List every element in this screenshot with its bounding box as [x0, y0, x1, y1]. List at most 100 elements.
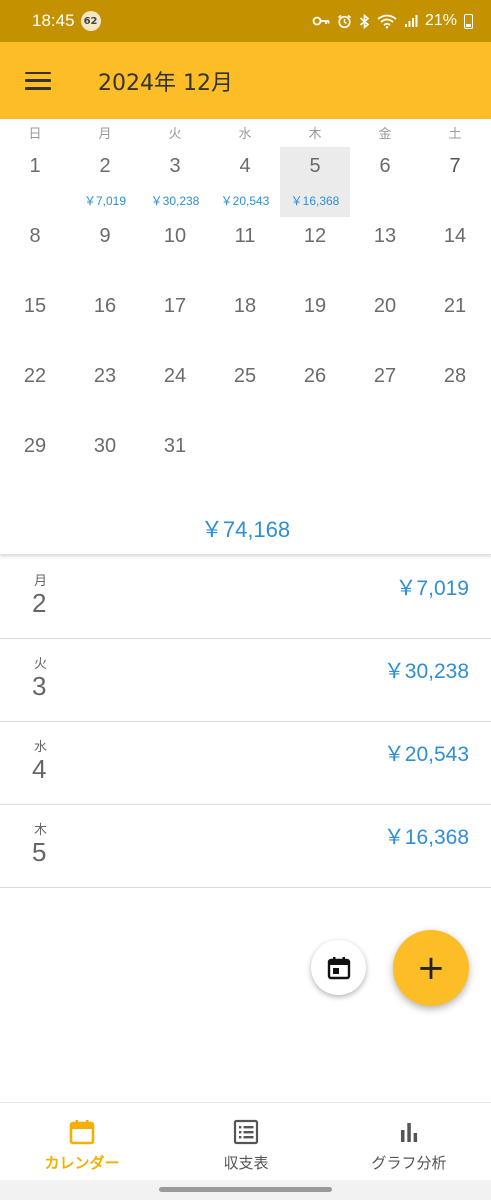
entry-row[interactable]: 木 5 ￥16,368 [0, 805, 491, 888]
entry-weekday: 水 [34, 740, 48, 755]
list-icon [231, 1117, 261, 1147]
day-number: 27 [373, 365, 397, 387]
bottom-navigation: カレンダー 収支表 グラフ分析 [0, 1102, 491, 1180]
day-number: 26 [303, 365, 327, 387]
menu-icon[interactable] [25, 71, 51, 90]
day-number: 21 [443, 295, 467, 317]
day-number: 2 [99, 155, 111, 177]
day-number: 20 [373, 295, 397, 317]
calendar-day-22[interactable]: 22 [0, 357, 70, 427]
calendar-day-26[interactable]: 26 [280, 357, 350, 427]
calendar-day-3[interactable]: 3 ￥30,238 [140, 147, 210, 217]
day-amount: ￥7,019 [83, 194, 127, 208]
calendar-day-1[interactable]: 1 [0, 147, 70, 217]
entry-amount: ￥16,368 [383, 826, 469, 849]
calendar-day-20[interactable]: 20 [350, 287, 420, 357]
calendar-day-4[interactable]: 4 ￥20,543 [210, 147, 280, 217]
calendar-day-8[interactable]: 8 [0, 217, 70, 287]
entry-row[interactable]: 月 2 ￥7,019 [0, 556, 491, 639]
alarm-icon [337, 14, 352, 29]
day-number: 8 [29, 225, 41, 247]
nav-item-2[interactable]: グラフ分析 [327, 1103, 491, 1181]
weekday-label: 火 [168, 127, 182, 142]
calendar-day-11[interactable]: 11 [210, 217, 280, 287]
month-calendar: 日月火水木金土 1 2 ￥7,019 3 ￥30,238 4 ￥20,543 5 ￥16,368… [0, 119, 491, 555]
nav-item-0[interactable]: カレンダー [0, 1103, 164, 1181]
bar-chart-icon [394, 1117, 424, 1147]
entry-amount: ￥30,238 [383, 660, 469, 683]
status-icons: 21% [312, 12, 473, 30]
nav-label: 収支表 [223, 1154, 269, 1172]
entry-day: 4 [32, 754, 47, 784]
day-number: 14 [443, 225, 467, 247]
entry-day: 5 [32, 837, 47, 867]
day-amount: ￥30,238 [150, 194, 200, 208]
day-number: 12 [303, 225, 327, 247]
day-number: 22 [23, 365, 47, 387]
page-title: 2024年 12月 [98, 70, 233, 96]
status-time: 18:45 [32, 11, 75, 30]
signal-icon [404, 14, 418, 28]
entry-row[interactable]: 火 3 ￥30,238 [0, 639, 491, 722]
day-number: 1 [29, 155, 41, 177]
entry-day: 2 [32, 588, 47, 618]
calendar-today-icon [327, 956, 350, 979]
calendar-day-10[interactable]: 10 [140, 217, 210, 287]
calendar-day-17[interactable]: 17 [140, 287, 210, 357]
day-number: 15 [23, 295, 47, 317]
weekday-header: 日月火水木金土 [0, 123, 491, 143]
calendar-icon [67, 1117, 97, 1147]
calendar-day-24[interactable]: 24 [140, 357, 210, 427]
calendar-day-6[interactable]: 6 [350, 147, 420, 217]
entry-amount: ￥7,019 [395, 577, 469, 600]
day-number: 10 [163, 225, 187, 247]
gesture-handle[interactable] [159, 1187, 332, 1192]
wifi-icon [377, 14, 397, 29]
calendar-day-9[interactable]: 9 [70, 217, 140, 287]
calendar-day-29[interactable]: 29 [0, 427, 70, 497]
day-number: 5 [309, 155, 321, 177]
plus-icon: + [416, 948, 446, 988]
calendar-day-31[interactable]: 31 [140, 427, 210, 497]
entry-weekday: 月 [34, 574, 48, 589]
calendar-day-14[interactable]: 14 [420, 217, 490, 287]
day-number: 13 [373, 225, 397, 247]
app-bar: 2024年 12月 [0, 42, 491, 119]
entry-weekday: 木 [34, 823, 48, 838]
nav-item-1[interactable]: 収支表 [164, 1103, 328, 1181]
calendar-day-7[interactable]: 7 [420, 147, 490, 217]
day-number: 31 [163, 435, 187, 457]
entry-day: 3 [32, 671, 47, 701]
battery-icon [464, 13, 473, 29]
calendar-day-30[interactable]: 30 [70, 427, 140, 497]
add-entry-button[interactable]: + [393, 930, 469, 1006]
weekday-label: 月 [98, 127, 112, 142]
calendar-day-2[interactable]: 2 ￥7,019 [70, 147, 140, 217]
day-number: 29 [23, 435, 47, 457]
day-amount: ￥16,368 [290, 194, 340, 208]
calendar-day-23[interactable]: 23 [70, 357, 140, 427]
status-bar: 18:45 62 21% [0, 0, 491, 42]
entry-row[interactable]: 水 4 ￥20,543 [0, 722, 491, 805]
calendar-day-13[interactable]: 13 [350, 217, 420, 287]
weekday-label: 水 [238, 127, 252, 142]
bluetooth-icon [359, 13, 370, 29]
weekday-label: 金 [378, 127, 392, 142]
day-number: 30 [93, 435, 117, 457]
calendar-day-15[interactable]: 15 [0, 287, 70, 357]
battery-percent: 21% [424, 12, 457, 29]
day-number: 6 [379, 155, 391, 177]
calendar-day-21[interactable]: 21 [420, 287, 490, 357]
calendar-day-25[interactable]: 25 [210, 357, 280, 427]
day-number: 24 [163, 365, 187, 387]
calendar-day-5[interactable]: 5 ￥16,368 [280, 147, 350, 217]
calendar-day-16[interactable]: 16 [70, 287, 140, 357]
today-button[interactable] [311, 940, 366, 995]
calendar-day-12[interactable]: 12 [280, 217, 350, 287]
calendar-day-19[interactable]: 19 [280, 287, 350, 357]
weekday-label: 日 [28, 127, 42, 142]
calendar-day-27[interactable]: 27 [350, 357, 420, 427]
calendar-day-18[interactable]: 18 [210, 287, 280, 357]
calendar-day-28[interactable]: 28 [420, 357, 490, 427]
day-number: 9 [99, 225, 111, 247]
